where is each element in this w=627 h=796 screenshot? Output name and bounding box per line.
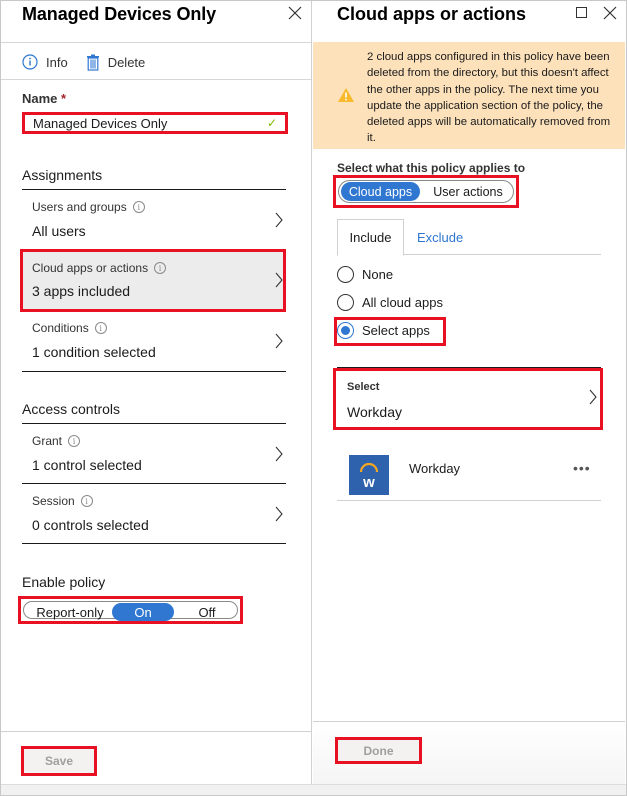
horizontal-scrollbar[interactable]	[1, 784, 626, 795]
toolbar: Info Delete	[22, 52, 163, 72]
name-label: Name *	[22, 91, 66, 106]
trash-icon	[86, 54, 99, 71]
info-icon: i	[94, 322, 107, 334]
cloud-apps-label: Cloud apps or actions i	[32, 261, 167, 275]
name-input-value: Managed Devices Only	[33, 115, 168, 131]
select-value: Workday	[347, 404, 402, 420]
include-exclude-tabs: Include Exclude	[337, 219, 601, 256]
warning-icon	[338, 88, 354, 102]
done-button[interactable]: Done	[338, 740, 419, 761]
users-and-groups-item[interactable]: Users and groups i All users	[22, 190, 286, 250]
access-controls-heading: Access controls	[22, 401, 121, 417]
users-and-groups-value: All users	[32, 223, 86, 239]
blade-title: Managed Devices Only	[22, 4, 217, 24]
grant-item[interactable]: Grant i 1 control selected	[22, 424, 286, 484]
conditions-label: Conditions i	[32, 321, 107, 335]
radio-circle-checked	[337, 322, 354, 339]
blade-title: Cloud apps or actions	[337, 4, 527, 24]
info-label: Info	[46, 54, 68, 70]
cloud-apps-item[interactable]: Cloud apps or actions i 3 apps included	[20, 249, 286, 312]
save-button-highlight: Save	[21, 746, 97, 776]
select-label: Select	[347, 381, 380, 393]
workday-logo: w	[349, 455, 389, 495]
cloud-apps-value: 3 apps included	[32, 283, 131, 299]
policy-blade: Managed Devices Only Info Delete Name * …	[1, 1, 312, 784]
chevron-right-icon	[589, 389, 597, 405]
grant-label: Grant i	[32, 434, 81, 448]
toggle-cloud-apps[interactable]: Cloud apps	[341, 182, 420, 201]
name-label-text: Name	[22, 91, 58, 106]
name-input[interactable]: Managed Devices Only ✓	[22, 112, 288, 134]
enable-policy-toggle-highlight: Report-only On Off	[18, 596, 243, 624]
session-item[interactable]: Session i 0 controls selected	[22, 484, 286, 544]
info-icon: i	[132, 201, 145, 213]
applies-to-label: Select what this policy applies to	[337, 161, 526, 175]
chevron-right-icon	[275, 446, 283, 462]
workday-logo-icon: w	[359, 462, 379, 491]
item-label-text: Users and groups	[32, 200, 127, 214]
cloud-apps-blade: Cloud apps or actions 2 cloud apps confi…	[313, 1, 625, 784]
toolbar-divider	[1, 79, 311, 80]
radio-label: All cloud apps	[362, 295, 443, 310]
toggle-on[interactable]: On	[112, 603, 174, 621]
info-icon: i	[80, 495, 93, 507]
assignments-heading: Assignments	[22, 167, 103, 183]
maximize-icon[interactable]	[576, 7, 587, 18]
session-value: 0 controls selected	[32, 517, 149, 533]
close-icon[interactable]	[287, 5, 303, 21]
more-options-icon[interactable]: •••	[573, 460, 591, 476]
valid-check-icon: ✓	[266, 116, 277, 130]
grant-value: 1 control selected	[32, 457, 142, 473]
toggle-off[interactable]: Off	[184, 603, 230, 621]
info-icon	[22, 54, 38, 70]
enable-policy-toggle: Report-only On Off	[23, 601, 238, 621]
radio-label: Select apps	[362, 323, 430, 338]
delete-label: Delete	[107, 54, 146, 70]
assignments-bottom-rule	[22, 371, 286, 372]
item-label-text: Session	[32, 494, 75, 508]
item-label-text: Grant	[32, 434, 63, 448]
close-icon[interactable]	[602, 5, 618, 21]
required-mark: *	[61, 91, 67, 106]
radio-all-cloud-apps[interactable]: All cloud apps	[337, 294, 443, 311]
radio-label: None	[362, 267, 394, 282]
conditions-value: 1 condition selected	[32, 344, 156, 360]
users-and-groups-label: Users and groups i	[32, 200, 145, 214]
radio-circle	[337, 266, 354, 283]
info-button[interactable]: Info	[22, 54, 68, 70]
conditions-item[interactable]: Conditions i 1 condition selected	[22, 311, 286, 371]
select-apps-picker[interactable]: Select Workday	[333, 368, 603, 430]
app-name: Workday	[409, 461, 461, 476]
info-icon: i	[154, 262, 167, 274]
applies-to-toggle-highlight: Cloud apps User actions	[333, 175, 519, 208]
tab-include[interactable]: Include	[337, 219, 404, 256]
delete-button[interactable]: Delete	[86, 54, 146, 71]
header-divider	[1, 42, 311, 43]
toggle-user-actions[interactable]: User actions	[423, 182, 513, 201]
radio-none[interactable]: None	[337, 266, 393, 283]
tab-exclude[interactable]: Exclude	[417, 219, 463, 255]
item-label-text: Conditions	[32, 321, 89, 335]
warning-banner: 2 cloud apps configured in this policy h…	[313, 42, 625, 149]
done-button-highlight: Done	[335, 737, 422, 764]
chevron-right-icon	[275, 333, 283, 349]
chevron-right-icon	[275, 506, 283, 522]
info-icon: i	[68, 435, 81, 447]
applies-to-toggle: Cloud apps User actions	[338, 180, 514, 203]
item-label-text: Cloud apps or actions	[32, 261, 149, 275]
save-button[interactable]: Save	[24, 749, 94, 773]
session-label: Session i	[32, 494, 93, 508]
footer-divider	[1, 731, 311, 732]
radio-select-apps[interactable]: Select apps	[337, 322, 430, 339]
chevron-right-icon	[275, 272, 283, 288]
radio-circle	[337, 294, 354, 311]
enable-policy-heading: Enable policy	[22, 574, 106, 590]
chevron-right-icon	[275, 212, 283, 228]
svg-text:w: w	[362, 474, 375, 491]
toggle-report-only[interactable]: Report-only	[32, 603, 108, 621]
app-list-item: w Workday •••	[337, 445, 601, 501]
warning-text: 2 cloud apps configured in this policy h…	[367, 51, 611, 145]
session-rule	[22, 543, 286, 544]
